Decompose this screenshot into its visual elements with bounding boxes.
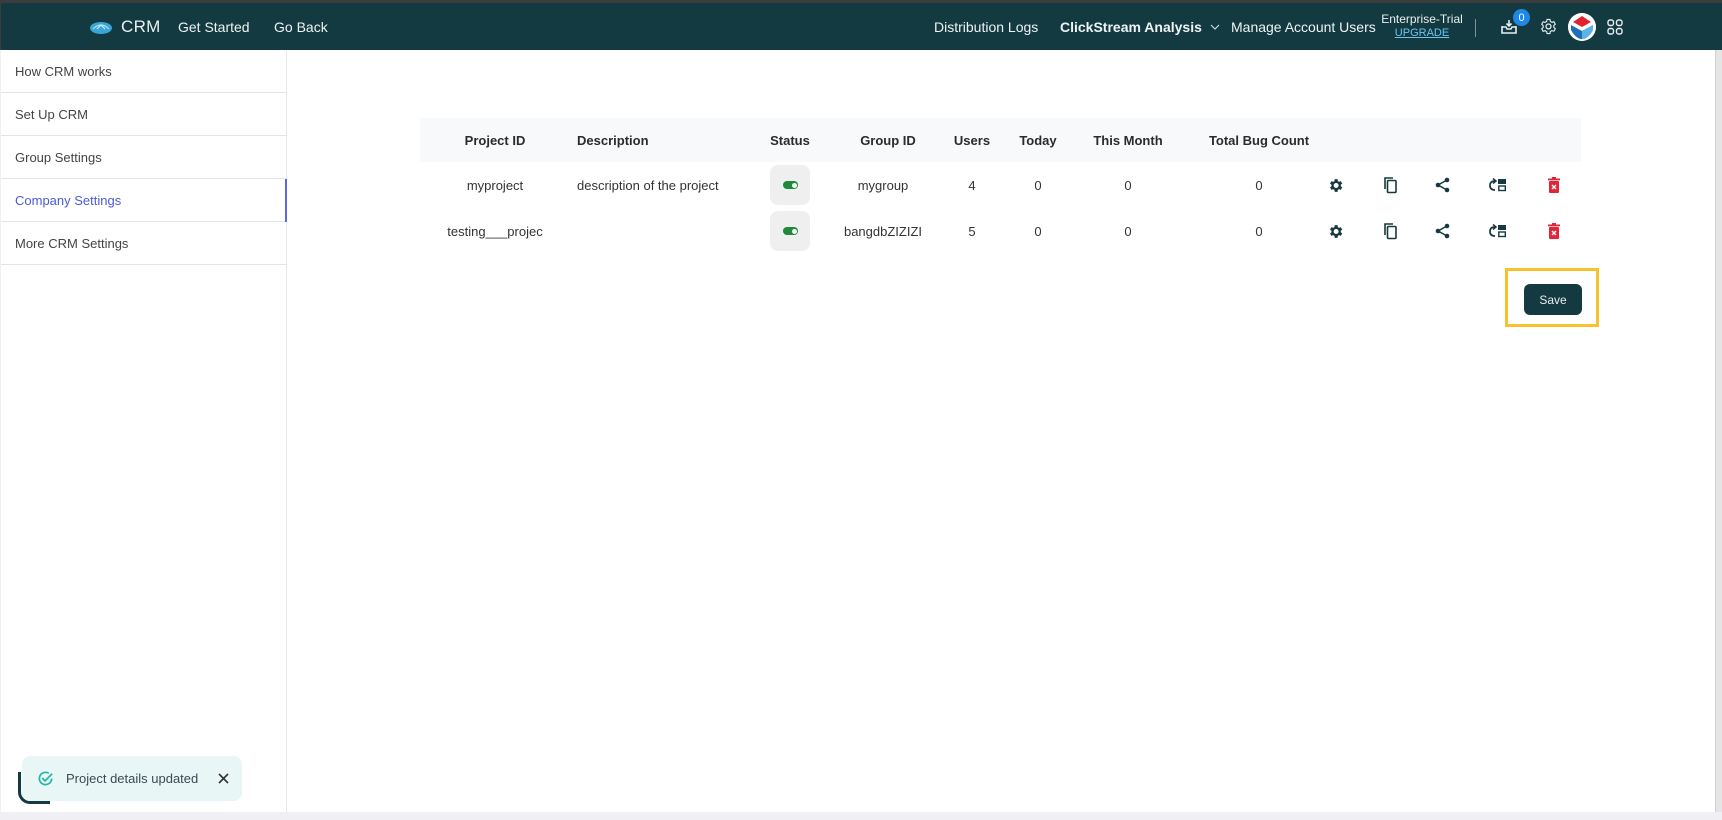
sidebar: How CRM works Set Up CRM Group Settings … — [1, 50, 287, 812]
cell-description — [577, 208, 777, 254]
toast-close-button[interactable] — [218, 773, 229, 784]
cell-status — [765, 208, 815, 254]
nav-go-back[interactable]: Go Back — [274, 3, 328, 50]
copy-icon — [1384, 177, 1397, 194]
table-header: Project ID Description Status Group ID U… — [420, 118, 1581, 162]
settings-icon — [1329, 224, 1342, 238]
cell-status — [765, 162, 815, 208]
sidebar-item-group-settings[interactable]: Group Settings — [1, 136, 286, 179]
sync-icon — [1489, 178, 1507, 192]
table-row: testing___projec bangdbZIZIZI 5 0 0 0 — [420, 208, 1581, 254]
upgrade-link[interactable]: UPGRADE — [1381, 26, 1463, 40]
top-navbar: CRM Get Started Go Back Distribution Log… — [0, 3, 1722, 50]
nav-divider — [1475, 19, 1476, 37]
sidebar-item-more-crm-settings[interactable]: More CRM Settings — [1, 222, 286, 265]
chevron-down-icon — [1210, 24, 1220, 30]
bottom-strip — [0, 812, 1722, 820]
apps-button[interactable] — [1604, 3, 1626, 50]
delete-icon — [1548, 177, 1560, 193]
avatar-logo-icon — [1568, 13, 1596, 41]
col-project-id: Project ID — [464, 132, 526, 148]
share-icon — [1435, 223, 1449, 239]
cell-project-id: myproject — [466, 177, 524, 193]
sidebar-item-set-up-crm[interactable]: Set Up CRM — [1, 93, 286, 136]
delete-icon — [1548, 223, 1560, 239]
col-total-bug-count: Total Bug Count — [1208, 132, 1310, 148]
cell-total-bug-count: 0 — [1255, 223, 1263, 239]
vertical-scrollbar[interactable] — [1715, 50, 1722, 812]
cell-today: 0 — [1034, 223, 1042, 239]
cell-project-id: testing___projec — [447, 223, 543, 239]
row-delete-button[interactable] — [1539, 208, 1569, 254]
share-icon — [1435, 177, 1449, 193]
close-icon — [218, 773, 229, 784]
projects-table: Project ID Description Status Group ID U… — [420, 118, 1581, 254]
brand-name: CRM — [121, 16, 161, 36]
cell-description: description of the project — [577, 177, 719, 193]
col-this-month: This Month — [1093, 132, 1163, 148]
brand[interactable]: CRM — [89, 3, 161, 50]
settings-button[interactable] — [1537, 3, 1559, 50]
notification-badge: 0 — [1513, 9, 1530, 26]
plan-info: Enterprise-Trial UPGRADE — [1381, 12, 1463, 40]
gear-icon — [1540, 18, 1556, 35]
toast-notification: Project details updated — [22, 756, 242, 801]
check-circle-icon — [38, 771, 53, 786]
row-copy-button[interactable] — [1375, 208, 1405, 254]
row-sync-button[interactable] — [1483, 162, 1513, 208]
nav-distribution-logs[interactable]: Distribution Logs — [934, 3, 1038, 50]
nav-clickstream-label: ClickStream Analysis — [1060, 18, 1202, 35]
row-share-button[interactable] — [1427, 162, 1457, 208]
status-toggle[interactable] — [770, 211, 810, 251]
settings-icon — [1329, 178, 1342, 192]
row-share-button[interactable] — [1427, 208, 1457, 254]
col-users: Users — [953, 132, 991, 148]
copy-icon — [1384, 223, 1397, 240]
cell-group-id: bangdbZIZIZI — [843, 223, 923, 239]
cell-group-id: mygroup — [857, 177, 909, 193]
nav-clickstream-dropdown[interactable]: ClickStream Analysis — [1060, 3, 1220, 50]
sidebar-item-company-settings[interactable]: Company Settings — [1, 179, 287, 222]
toast-message: Project details updated — [66, 771, 199, 786]
table-row: myproject description of the project myg… — [420, 162, 1581, 208]
sync-icon — [1489, 224, 1507, 238]
col-status: Status — [770, 132, 810, 148]
row-delete-button[interactable] — [1539, 162, 1569, 208]
row-copy-button[interactable] — [1375, 162, 1405, 208]
nav-manage-account-users[interactable]: Manage Account Users — [1231, 3, 1376, 50]
cell-users: 4 — [968, 177, 976, 193]
sidebar-item-how-crm-works[interactable]: How CRM works — [1, 50, 286, 93]
avatar[interactable] — [1568, 13, 1596, 41]
save-button[interactable]: Save — [1524, 284, 1582, 315]
toggle-on-icon — [782, 227, 798, 235]
cell-this-month: 0 — [1124, 177, 1132, 193]
plan-name: Enterprise-Trial — [1381, 12, 1463, 26]
toggle-on-icon — [782, 181, 798, 189]
apps-grid-icon — [1607, 18, 1623, 35]
cell-this-month: 0 — [1124, 223, 1132, 239]
cell-today: 0 — [1034, 177, 1042, 193]
col-description: Description — [577, 132, 649, 148]
row-sync-button[interactable] — [1483, 208, 1513, 254]
cell-users: 5 — [968, 223, 976, 239]
main-content: Project ID Description Status Group ID U… — [287, 50, 1715, 812]
status-toggle[interactable] — [770, 165, 810, 205]
crm-logo-icon — [90, 21, 112, 34]
nav-get-started[interactable]: Get Started — [178, 3, 250, 50]
col-today: Today — [1019, 132, 1057, 148]
col-group-id: Group ID — [860, 132, 916, 148]
cell-total-bug-count: 0 — [1255, 177, 1263, 193]
row-settings-button[interactable] — [1320, 162, 1350, 208]
row-settings-button[interactable] — [1320, 208, 1350, 254]
